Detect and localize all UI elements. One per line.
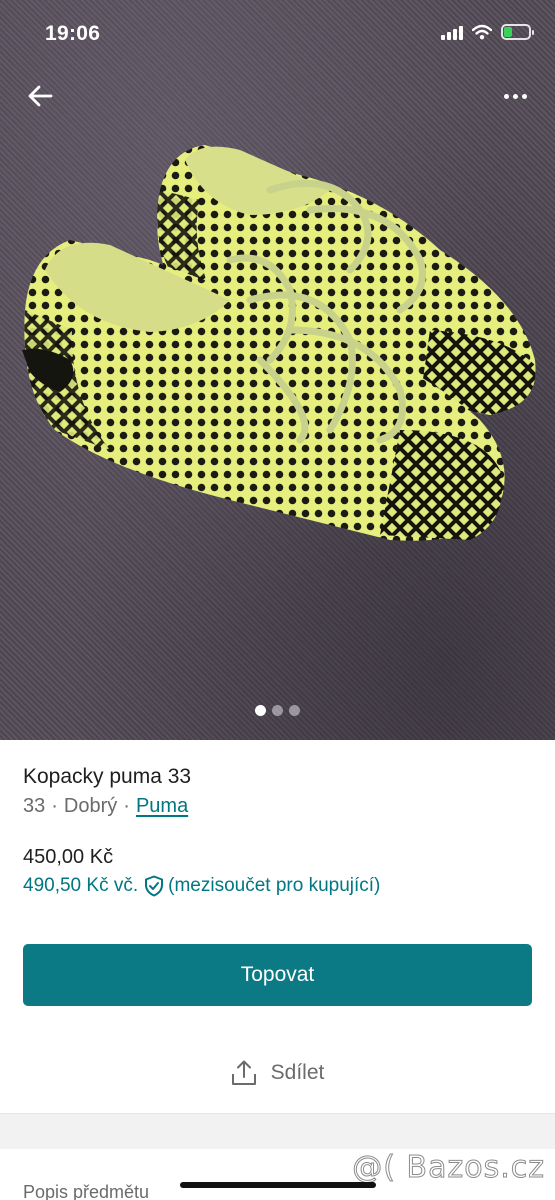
description-heading: Popis předmětu [23,1182,150,1200]
item-price: 450,00 Kč [23,846,114,868]
item-meta: 33 · Dobrý · Puma [23,795,188,818]
carousel-dot[interactable] [255,705,266,716]
item-condition: Dobrý [63,795,118,817]
back-button[interactable] [22,78,58,114]
share-label: Sdílet [270,1061,325,1084]
item-title: Kopacky puma 33 [23,765,192,788]
carousel-dot[interactable] [272,705,283,716]
carousel-dots [0,705,555,716]
status-icons [441,24,534,40]
more-dots-icon [503,93,509,99]
bazos-watermark: @( Bazos.cz [352,1150,545,1186]
share-button[interactable]: Sdílet [0,1040,555,1106]
status-time: 19:06 [45,22,101,45]
share-icon [231,1060,256,1085]
cellular-signal-icon [441,24,463,40]
shield-check-icon [144,875,164,897]
item-photo[interactable]: 19:06 [0,0,555,740]
meta-separator: · [51,795,58,817]
more-options-button[interactable] [495,80,535,112]
battery-icon [501,24,534,40]
item-size: 33 [23,795,46,817]
meta-separator: · [123,795,130,817]
buyer-price[interactable]: 490,50 Kč vč. (mezisoučet pro kupující) [23,875,380,897]
section-divider [0,1113,555,1149]
arrow-left-icon [28,85,53,107]
brand-link[interactable]: Puma [136,795,188,817]
buyer-price-value: 490,50 Kč vč. [23,875,139,896]
promote-button[interactable]: Topovat [23,944,532,1006]
buyer-price-note: (mezisoučet pro kupující) [168,875,381,896]
carousel-dot[interactable] [289,705,300,716]
home-indicator [180,1182,376,1188]
shoes-image [22,145,536,541]
status-bar: 19:06 [0,0,555,64]
wifi-icon [472,24,492,40]
